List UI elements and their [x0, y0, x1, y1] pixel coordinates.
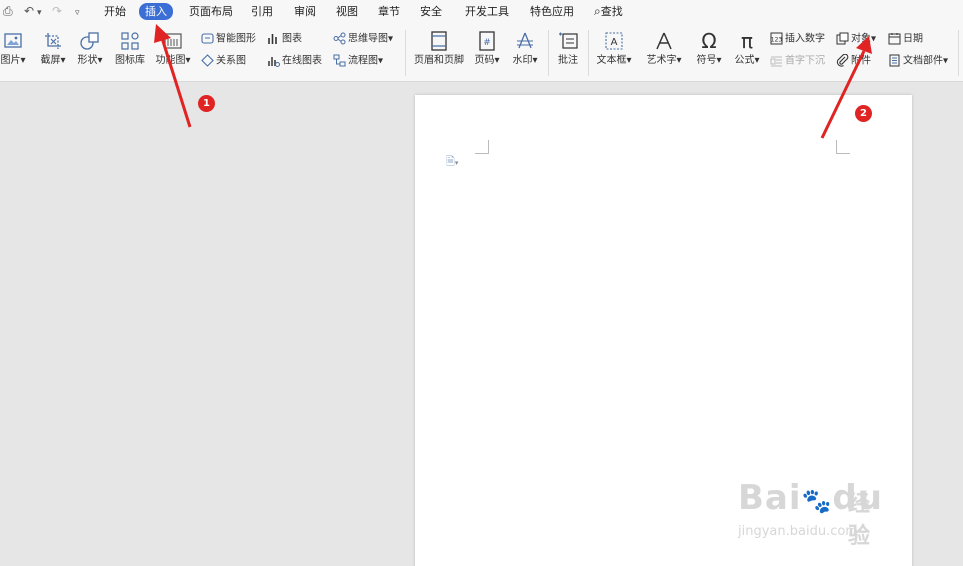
step-badge-2: 2: [855, 105, 872, 122]
arrow-2-line: [820, 50, 866, 139]
paw-icon: 🐾: [801, 487, 833, 515]
arrow-1-line: [160, 37, 192, 128]
watermark-url: jingyan.baidu.com: [738, 524, 858, 539]
watermark-cn: 经验: [848, 492, 871, 549]
step-badge-1: 1: [198, 95, 215, 112]
baidu-watermark: Bai🐾du 经验 jingyan.baidu.com: [738, 478, 883, 549]
arrow-1-head: [154, 24, 171, 43]
